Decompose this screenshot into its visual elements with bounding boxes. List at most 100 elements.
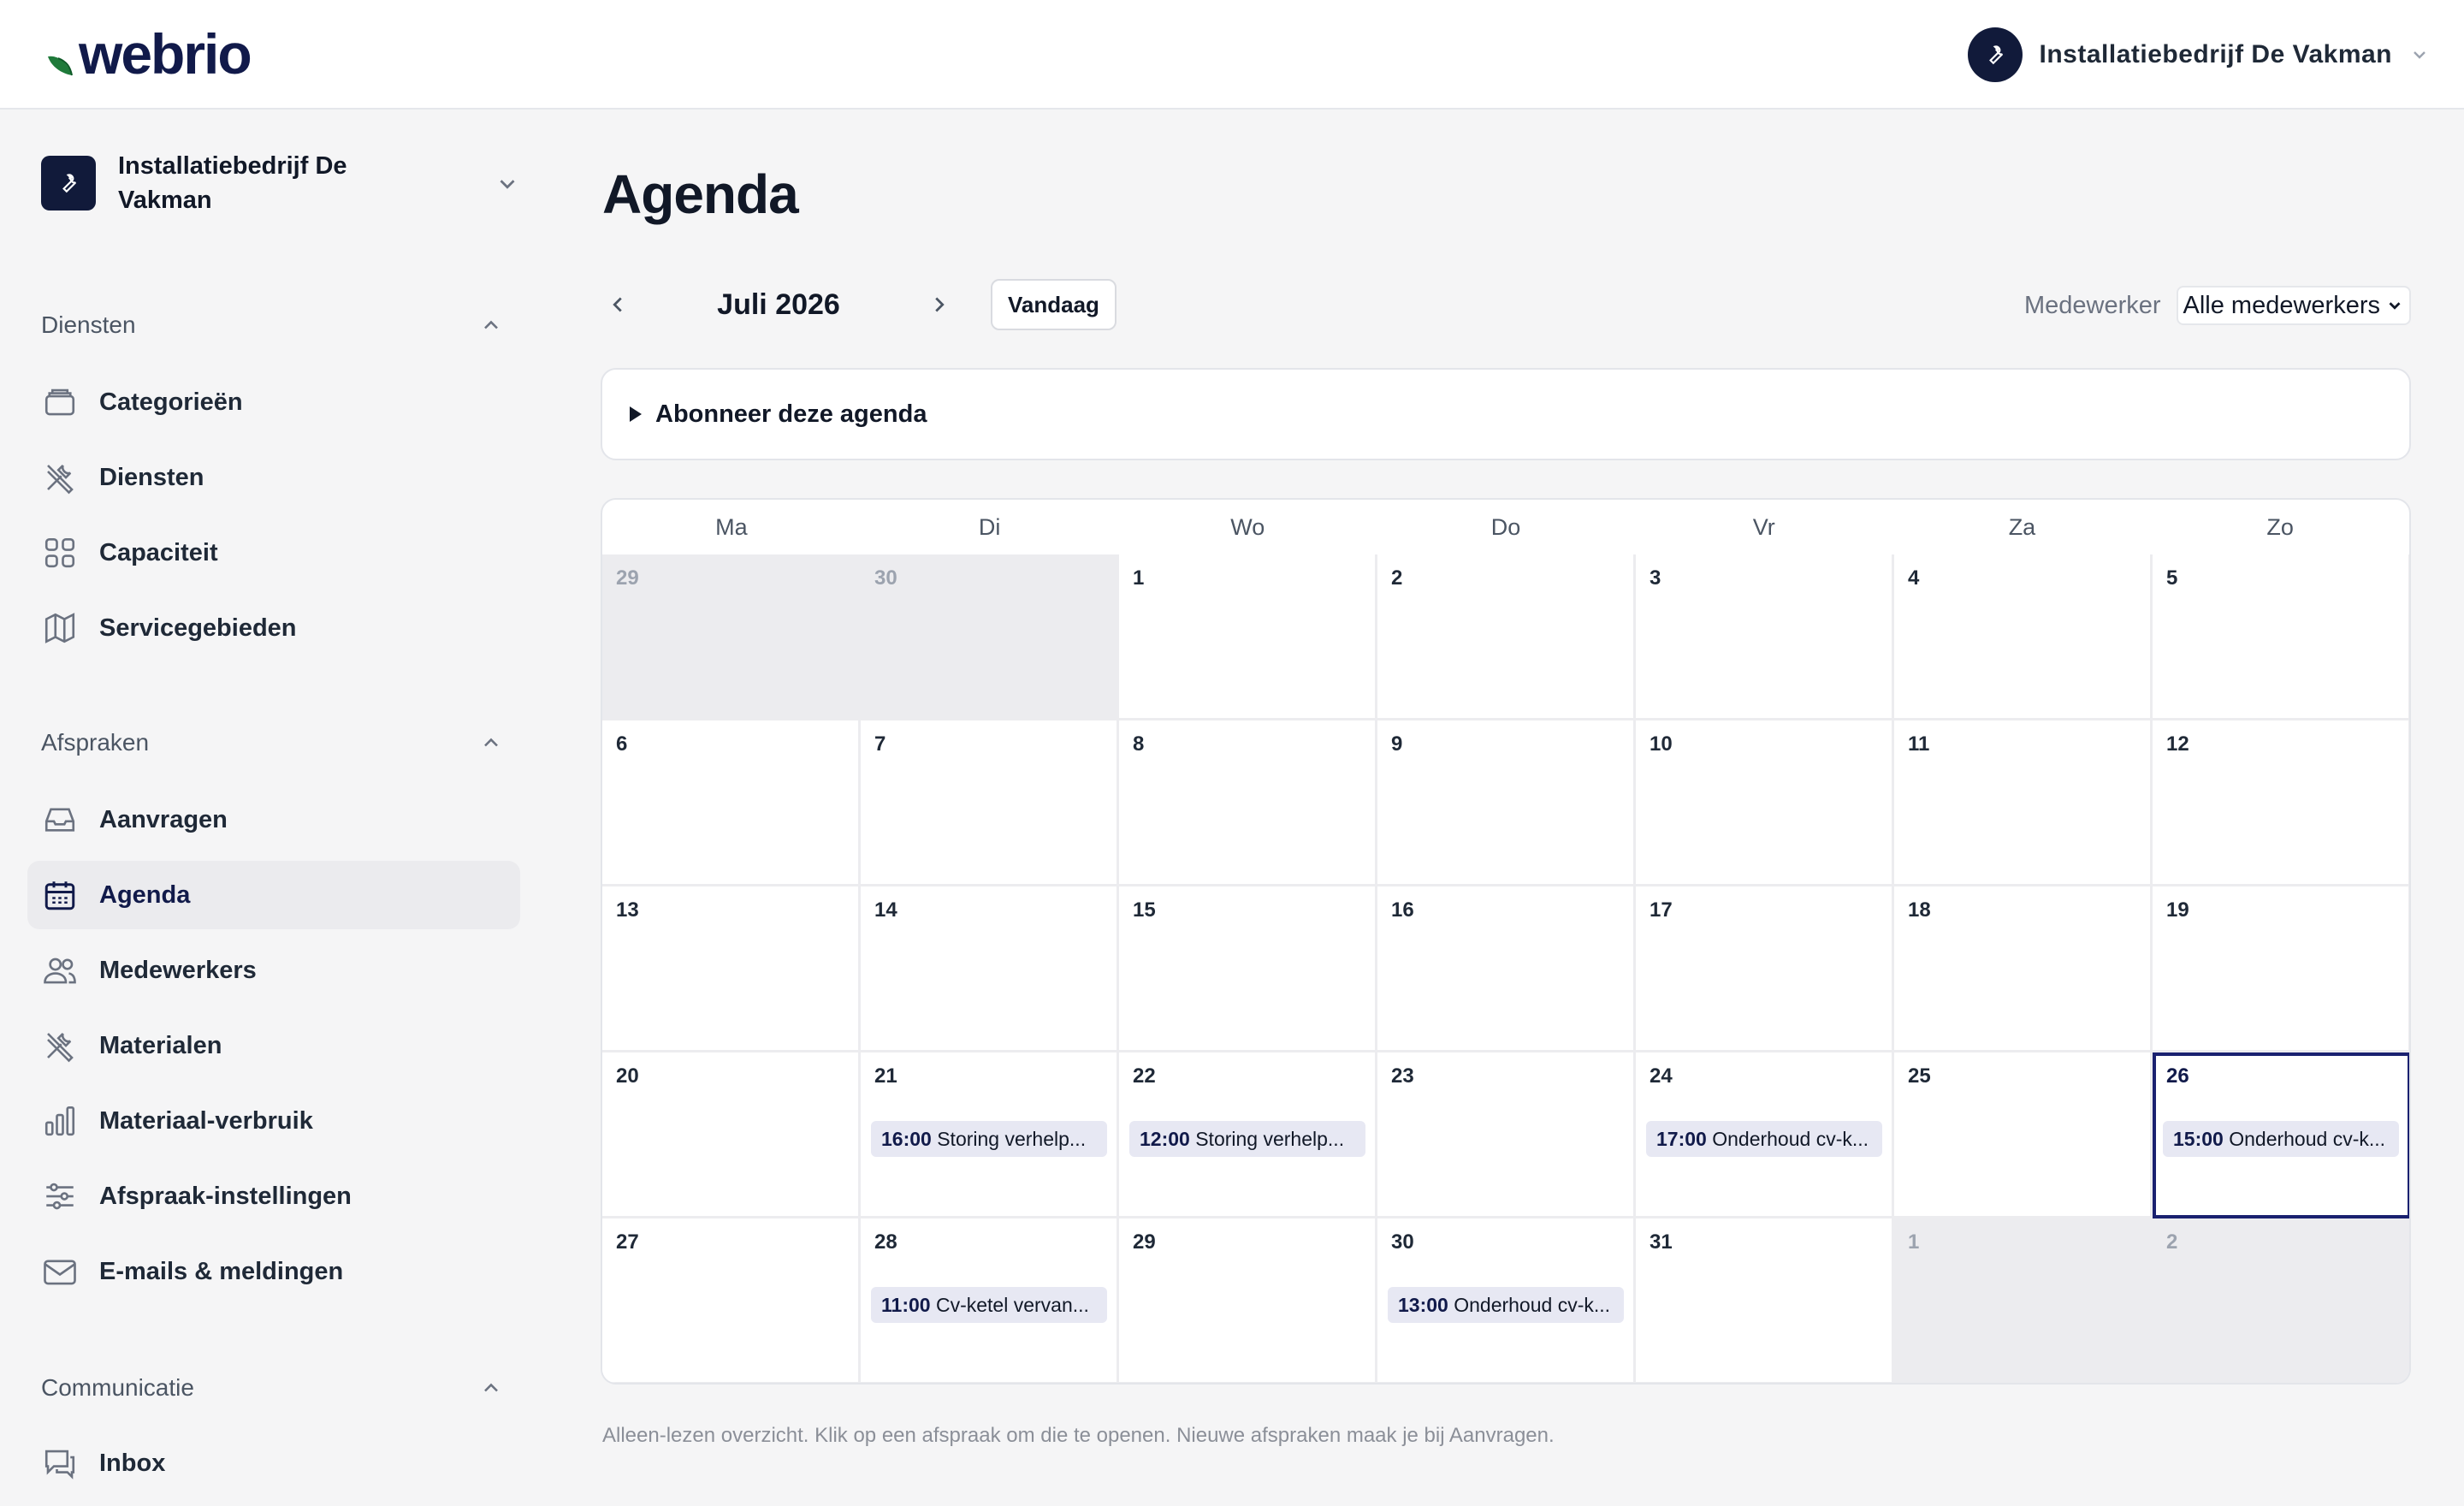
section-title: Afspraken (41, 729, 150, 756)
sidebar-item-label: Agenda (99, 880, 191, 909)
appointment-time: 15:00 (2173, 1128, 2224, 1150)
chevron-right-icon (935, 297, 945, 312)
day-cell[interactable]: 3 (1636, 554, 1894, 720)
tools-icon (41, 1027, 79, 1064)
day-cell[interactable]: 20 (602, 1052, 861, 1218)
section-communicatie[interactable]: Communicatie (41, 1371, 503, 1405)
appointment-chip[interactable]: 17:00 Onderhoud cv-k... (1646, 1121, 1882, 1157)
appointment-chip[interactable]: 15:00 Onderhoud cv-k... (2163, 1121, 2399, 1157)
day-cell[interactable]: 9 (1377, 720, 1636, 886)
employee-select-value: Alle medewerkers (2183, 291, 2380, 319)
sidebar-item-inbox[interactable]: Inbox (27, 1429, 520, 1497)
appointment-time: 12:00 (1140, 1128, 1190, 1150)
sidebar-item-emails-meldingen[interactable]: E-mails & meldingen (27, 1237, 520, 1306)
day-cell[interactable]: 24 17:00 Onderhoud cv-k... (1636, 1052, 1894, 1218)
day-number: 18 (1908, 898, 1931, 922)
day-cell[interactable]: 18 (1894, 886, 2153, 1052)
sidebar-item-agenda[interactable]: Agenda (27, 861, 520, 929)
day-number: 4 (1908, 566, 1920, 590)
webrio-logo[interactable]: webrio (46, 22, 252, 86)
day-cell[interactable]: 4 (1894, 554, 2153, 720)
subscribe-calendar-toggle[interactable]: Abonneer deze agenda (601, 368, 2411, 460)
appointment-title: Storing verhelp... (937, 1128, 1087, 1150)
appointment-chip[interactable]: 11:00 Cv-ketel vervan... (871, 1287, 1107, 1323)
section-title: Communicatie (41, 1374, 194, 1401)
sidebar-item-label: Materialen (99, 1031, 222, 1059)
today-button[interactable]: Vandaag (991, 279, 1116, 330)
weekday-label: Ma (715, 514, 748, 540)
sidebar-item-diensten[interactable]: Diensten (27, 443, 520, 512)
day-cell[interactable]: 16 (1377, 886, 1636, 1052)
day-cell[interactable]: 15 (1119, 886, 1377, 1052)
day-number: 24 (1650, 1064, 1673, 1088)
section-afspraken[interactable]: Afspraken (41, 726, 503, 760)
page-title: Agenda (602, 163, 799, 225)
calendar-grid: 29 30 1 2 3 4 5 6 7 8 9 10 11 12 13 14 15 16 17 18 19 20 21 16:… (602, 554, 2409, 1383)
day-cell[interactable]: 31 (1636, 1218, 1894, 1383)
day-cell[interactable]: 11 (1894, 720, 2153, 886)
day-cell[interactable]: 25 (1894, 1052, 2153, 1218)
footnote: Alleen-lezen overzicht. Klik op een afsp… (602, 1424, 1555, 1447)
sidebar-item-categorieen[interactable]: Categorieën (27, 368, 520, 436)
mail-icon (41, 1253, 79, 1290)
month-navigation: Juli 2026 (602, 279, 955, 330)
day-number: 3 (1650, 566, 1661, 590)
appointment-chip[interactable]: 13:00 Onderhoud cv-k... (1388, 1287, 1624, 1323)
prev-month-button[interactable] (602, 279, 633, 330)
sidebar-item-capaciteit[interactable]: Capaciteit (27, 519, 520, 587)
org-badge (41, 156, 96, 210)
account-name: Installatiebedrijf De Vakman (2039, 40, 2392, 68)
day-cell[interactable]: 5 (2153, 554, 2409, 720)
org-switcher[interactable]: Installatiebedrijf De Vakman (41, 145, 520, 221)
day-number: 26 (2166, 1064, 2189, 1088)
day-cell[interactable]: 28 11:00 Cv-ketel vervan... (861, 1218, 1119, 1383)
day-cell-today[interactable]: 26 15:00 Onderhoud cv-k... (2153, 1052, 2409, 1218)
sidebar-item-afspraak-instellingen[interactable]: Afspraak-instellingen (27, 1162, 520, 1230)
day-cell[interactable]: 1 (1119, 554, 1377, 720)
sidebar-item-aanvragen[interactable]: Aanvragen (27, 786, 520, 854)
day-cell[interactable]: 30 (861, 554, 1119, 720)
calendar-icon (41, 876, 79, 914)
account-menu[interactable]: Installatiebedrijf De Vakman (1967, 27, 2430, 82)
bar-chart-icon (41, 1102, 79, 1140)
day-cell[interactable]: 14 (861, 886, 1119, 1052)
day-cell[interactable]: 2 (2153, 1218, 2409, 1383)
day-cell[interactable]: 2 (1377, 554, 1636, 720)
appointment-time: 13:00 (1398, 1294, 1448, 1316)
appointment-chip[interactable]: 12:00 Storing verhelp... (1129, 1121, 1365, 1157)
day-cell[interactable]: 1 (1894, 1218, 2153, 1383)
employee-select[interactable]: Alle medewerkers (2176, 286, 2411, 325)
day-cell[interactable]: 30 13:00 Onderhoud cv-k... (1377, 1218, 1636, 1383)
sidebar-item-label: Capaciteit (99, 538, 218, 566)
sidebar-item-medewerkers[interactable]: Medewerkers (27, 936, 520, 1005)
day-cell[interactable]: 12 (2153, 720, 2409, 886)
day-cell[interactable]: 29 (1119, 1218, 1377, 1383)
weekday-label: Wo (1230, 514, 1265, 540)
day-number: 19 (2166, 898, 2189, 922)
sidebar-item-materiaal-verbruik[interactable]: Materiaal-verbruik (27, 1087, 520, 1155)
day-number: 2 (2166, 1230, 2178, 1254)
day-cell[interactable]: 7 (861, 720, 1119, 886)
day-cell[interactable]: 6 (602, 720, 861, 886)
day-cell[interactable]: 8 (1119, 720, 1377, 886)
appointment-title: Onderhoud cv-k... (1454, 1294, 1611, 1316)
sidebar-item-servicegebieden[interactable]: Servicegebieden (27, 594, 520, 662)
day-cell[interactable]: 27 (602, 1218, 861, 1383)
sidebar-item-materialen[interactable]: Materialen (27, 1011, 520, 1080)
day-number: 12 (2166, 732, 2189, 756)
sidebar-item-label: E-mails & meldingen (99, 1257, 344, 1285)
chevron-down-icon (2414, 51, 2426, 59)
chevron-up-icon (484, 738, 498, 747)
day-cell[interactable]: 23 (1377, 1052, 1636, 1218)
appointment-chip[interactable]: 16:00 Storing verhelp... (871, 1121, 1107, 1157)
day-cell[interactable]: 19 (2153, 886, 2409, 1052)
day-cell[interactable]: 21 16:00 Storing verhelp... (861, 1052, 1119, 1218)
section-diensten[interactable]: Diensten (41, 308, 503, 342)
day-cell[interactable]: 13 (602, 886, 861, 1052)
day-cell[interactable]: 10 (1636, 720, 1894, 886)
day-cell[interactable]: 29 (602, 554, 861, 720)
next-month-button[interactable] (924, 279, 955, 330)
day-number: 1 (1908, 1230, 1920, 1254)
day-cell[interactable]: 17 (1636, 886, 1894, 1052)
day-cell[interactable]: 22 12:00 Storing verhelp... (1119, 1052, 1377, 1218)
